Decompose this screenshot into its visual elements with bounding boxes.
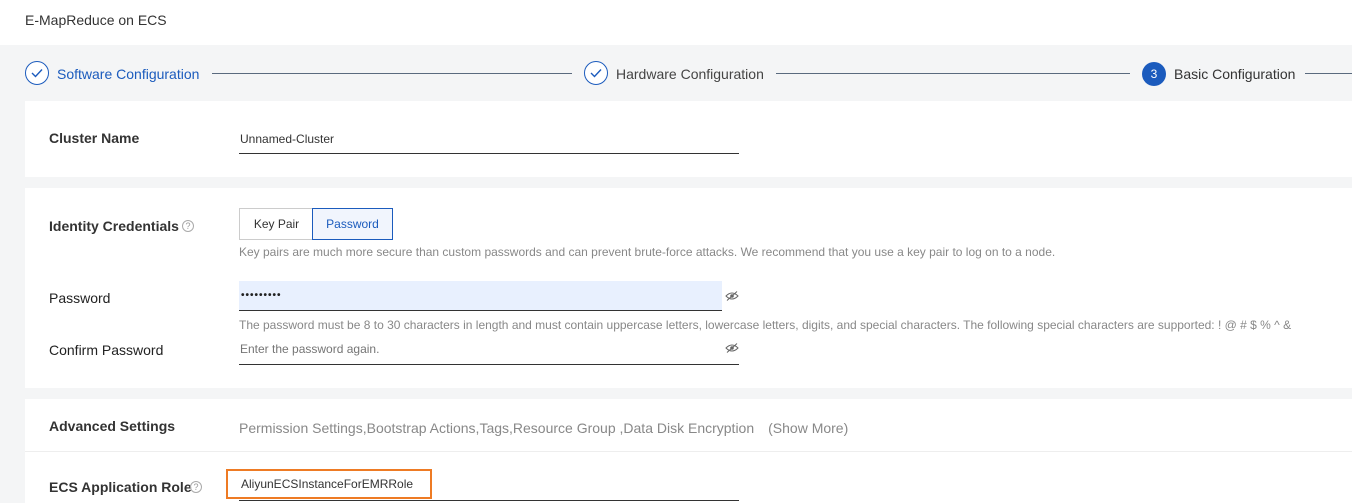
confirm-password-input[interactable]: [239, 334, 739, 365]
page-title: E-MapReduce on ECS: [25, 12, 167, 28]
advanced-settings-summary[interactable]: Permission Settings,Bootstrap Actions,Ta…: [239, 418, 848, 438]
wizard-steps: Software Configuration Hardware Configur…: [0, 45, 1352, 101]
identity-hint: Key pairs are much more secure than cust…: [239, 245, 1056, 259]
credentials-panel: Identity Credentials ? Key Pair Password…: [25, 188, 1352, 388]
step-divider: [776, 73, 1130, 74]
step-divider: [1305, 73, 1352, 74]
role-underline: [239, 500, 739, 501]
step-software-configuration[interactable]: Software Configuration: [57, 66, 199, 82]
password-input[interactable]: •••••••••: [239, 281, 722, 311]
divider: [25, 451, 1352, 452]
password-option[interactable]: Password: [312, 208, 393, 240]
help-icon[interactable]: ?: [182, 220, 194, 232]
step-2-check-icon: [584, 61, 608, 85]
ecs-role-input[interactable]: AliyunECSInstanceForEMRRole: [226, 469, 432, 499]
password-masked-value: •••••••••: [241, 290, 282, 301]
identity-credentials-label: Identity Credentials: [49, 218, 179, 234]
eye-off-icon[interactable]: [725, 291, 739, 301]
ecs-application-role-label: ECS Application Role: [49, 479, 192, 495]
step-divider: [212, 73, 572, 74]
top-bar: E-MapReduce on ECS: [0, 0, 1352, 45]
cluster-name-input[interactable]: [239, 124, 739, 154]
step-hardware-configuration[interactable]: Hardware Configuration: [616, 66, 764, 82]
cluster-name-panel: Cluster Name: [25, 101, 1352, 177]
step-1-check-icon: [25, 61, 49, 85]
cluster-name-label: Cluster Name: [49, 130, 140, 146]
eye-off-icon[interactable]: [725, 343, 739, 353]
advanced-settings-panel: Advanced Settings Permission Settings,Bo…: [25, 399, 1352, 503]
confirm-password-label: Confirm Password: [49, 342, 164, 358]
password-hint: The password must be 8 to 30 characters …: [239, 318, 1292, 332]
step-basic-configuration: Basic Configuration: [1174, 66, 1296, 82]
key-pair-option[interactable]: Key Pair: [239, 208, 313, 240]
step-3-number: 3: [1142, 62, 1166, 86]
password-label: Password: [49, 290, 111, 306]
advanced-settings-label: Advanced Settings: [49, 418, 176, 434]
help-icon[interactable]: ?: [190, 481, 202, 493]
